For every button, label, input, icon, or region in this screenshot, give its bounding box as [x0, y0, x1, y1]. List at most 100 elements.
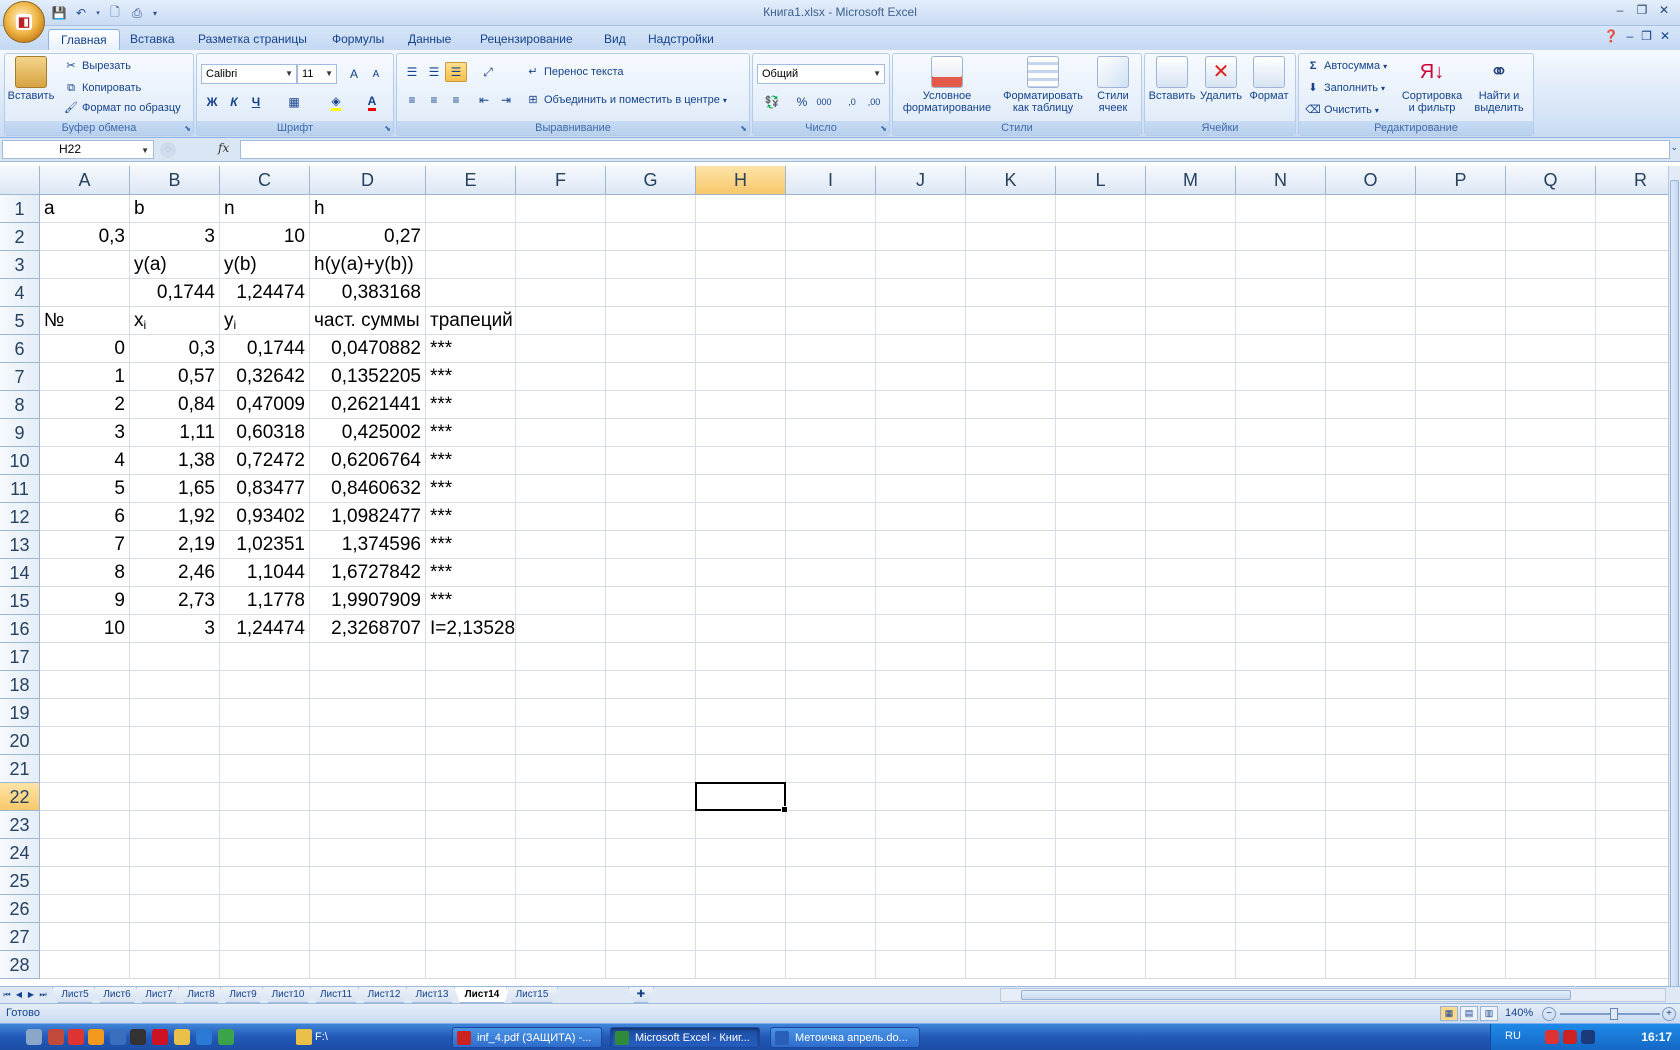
cell-o23[interactable] — [1326, 811, 1416, 839]
cell-b21[interactable] — [130, 755, 220, 783]
cell-f11[interactable] — [516, 475, 606, 503]
zoom-level[interactable]: 140% — [1505, 1007, 1533, 1019]
cell-e9[interactable]: *** — [426, 419, 516, 447]
cell-c1[interactable]: n — [220, 195, 310, 223]
cell-l15[interactable] — [1056, 587, 1146, 615]
cell-r22[interactable] — [1596, 783, 1668, 811]
cell-f27[interactable] — [516, 923, 606, 951]
cell-n21[interactable] — [1236, 755, 1326, 783]
cell-i12[interactable] — [786, 503, 876, 531]
cell-r17[interactable] — [1596, 643, 1668, 671]
cell-n17[interactable] — [1236, 643, 1326, 671]
cell-m26[interactable] — [1146, 895, 1236, 923]
sheet-tab-10[interactable]: Лист10 — [262, 987, 314, 1003]
cell-o15[interactable] — [1326, 587, 1416, 615]
zoom-out-icon[interactable]: − — [1542, 1007, 1556, 1021]
cell-f24[interactable] — [516, 839, 606, 867]
row-header-9[interactable]: 9 — [0, 419, 40, 447]
cell-a27[interactable] — [40, 923, 130, 951]
last-sheet-icon[interactable]: ⏭ — [38, 988, 48, 1002]
cell-m12[interactable] — [1146, 503, 1236, 531]
cell-m24[interactable] — [1146, 839, 1236, 867]
cell-m6[interactable] — [1146, 335, 1236, 363]
cell-c3[interactable]: y(b) — [220, 251, 310, 279]
cell-m23[interactable] — [1146, 811, 1236, 839]
cell-d24[interactable] — [310, 839, 426, 867]
cell-a15[interactable]: 9 — [40, 587, 130, 615]
normal-view-icon[interactable]: ▦ — [1440, 1006, 1458, 1021]
cell-n27[interactable] — [1236, 923, 1326, 951]
row-header-21[interactable]: 21 — [0, 755, 40, 783]
thousands-button[interactable]: 000 — [813, 92, 835, 112]
cell-j11[interactable] — [876, 475, 966, 503]
cell-r13[interactable] — [1596, 531, 1668, 559]
cell-e16[interactable]: I=2,13528 — [426, 615, 516, 643]
cell-p9[interactable] — [1416, 419, 1506, 447]
cell-l10[interactable] — [1056, 447, 1146, 475]
office-button[interactable]: ◧ — [3, 1, 45, 43]
cell-c12[interactable]: 0,93402 — [220, 503, 310, 531]
cell-n28[interactable] — [1236, 951, 1326, 979]
cell-h7[interactable] — [696, 363, 786, 391]
cell-n18[interactable] — [1236, 671, 1326, 699]
cell-j23[interactable] — [876, 811, 966, 839]
cell-c21[interactable] — [220, 755, 310, 783]
quicklaunch-ie-icon[interactable] — [196, 1029, 212, 1045]
cell-k25[interactable] — [966, 867, 1056, 895]
cell-g14[interactable] — [606, 559, 696, 587]
cell-o20[interactable] — [1326, 727, 1416, 755]
cell-d28[interactable] — [310, 951, 426, 979]
cell-p23[interactable] — [1416, 811, 1506, 839]
cell-k5[interactable] — [966, 307, 1056, 335]
cell-f17[interactable] — [516, 643, 606, 671]
row-header-20[interactable]: 20 — [0, 727, 40, 755]
cell-b13[interactable]: 2,19 — [130, 531, 220, 559]
cell-q26[interactable] — [1506, 895, 1596, 923]
cell-d22[interactable] — [310, 783, 426, 811]
cell-g3[interactable] — [606, 251, 696, 279]
cell-b25[interactable] — [130, 867, 220, 895]
cell-g18[interactable] — [606, 671, 696, 699]
delete-cells-button[interactable]: ✕ Удалить — [1197, 56, 1245, 102]
cell-r11[interactable] — [1596, 475, 1668, 503]
cell-a7[interactable]: 1 — [40, 363, 130, 391]
cell-o19[interactable] — [1326, 699, 1416, 727]
cell-i23[interactable] — [786, 811, 876, 839]
cell-n10[interactable] — [1236, 447, 1326, 475]
cell-i22[interactable] — [786, 783, 876, 811]
cell-q19[interactable] — [1506, 699, 1596, 727]
cell-j4[interactable] — [876, 279, 966, 307]
cell-g16[interactable] — [606, 615, 696, 643]
cell-b11[interactable]: 1,65 — [130, 475, 220, 503]
cell-k2[interactable] — [966, 223, 1056, 251]
cell-j22[interactable] — [876, 783, 966, 811]
cell-q9[interactable] — [1506, 419, 1596, 447]
cut-button[interactable]: ✂ Вырезать — [63, 58, 131, 74]
insert-function-icon[interactable]: fx — [218, 141, 229, 155]
cell-b15[interactable]: 2,73 — [130, 587, 220, 615]
cell-r24[interactable] — [1596, 839, 1668, 867]
cell-b12[interactable]: 1,92 — [130, 503, 220, 531]
cell-o6[interactable] — [1326, 335, 1416, 363]
align-middle-button[interactable]: ☰ — [423, 62, 445, 82]
cell-n6[interactable] — [1236, 335, 1326, 363]
cell-i10[interactable] — [786, 447, 876, 475]
cell-h13[interactable] — [696, 531, 786, 559]
cell-m4[interactable] — [1146, 279, 1236, 307]
cell-a22[interactable] — [40, 783, 130, 811]
cell-c2[interactable]: 10 — [220, 223, 310, 251]
cell-d11[interactable]: 0,8460632 — [310, 475, 426, 503]
cell-a10[interactable]: 4 — [40, 447, 130, 475]
row-header-2[interactable]: 2 — [0, 223, 40, 251]
cell-g8[interactable] — [606, 391, 696, 419]
cell-q6[interactable] — [1506, 335, 1596, 363]
cell-m8[interactable] — [1146, 391, 1236, 419]
cell-g27[interactable] — [606, 923, 696, 951]
cell-l9[interactable] — [1056, 419, 1146, 447]
cell-q10[interactable] — [1506, 447, 1596, 475]
zoom-slider-thumb[interactable] — [1610, 1008, 1618, 1020]
cell-n15[interactable] — [1236, 587, 1326, 615]
cell-i4[interactable] — [786, 279, 876, 307]
cell-e1[interactable] — [426, 195, 516, 223]
cell-n12[interactable] — [1236, 503, 1326, 531]
